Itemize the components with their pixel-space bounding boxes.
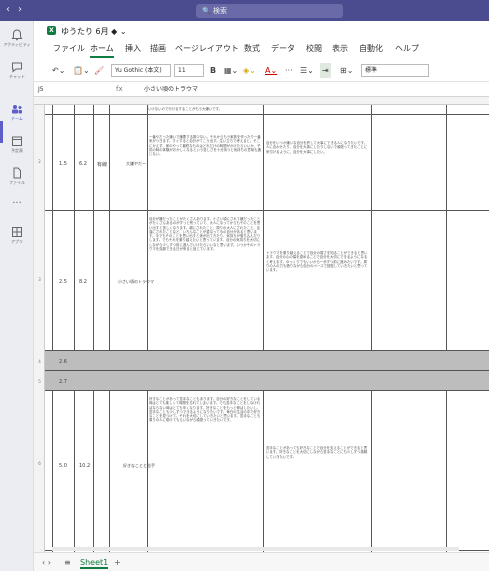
table-row[interactable]: 4 2.6 xyxy=(38,351,489,371)
sheet-list-icon[interactable]: ≡ xyxy=(64,558,71,567)
calendar-icon xyxy=(12,136,22,146)
spreadsheet-grid[interactable]: いけないので行けるすることがもう大嫌いです。 2 1.5 6.2 有線 大嫌やだ… xyxy=(34,97,489,552)
more-options-icon[interactable]: ··· xyxy=(285,63,293,78)
table-row[interactable]: 3 2.5 8.2 小さい頃のトラウマ 自分が嫌だったことがたくさんあります。小… xyxy=(38,211,489,351)
ribbon-toolbar: ↶⌄ 📋⌄ 🖌 Yu Gothic (本文) 11 B ▦⌄ ◈⌄ A⌄ ···… xyxy=(34,60,489,82)
table-row[interactable]: 6 5.0 10.2 好きなことと苦手 好きなことがあって苦手なこともあります。… xyxy=(38,391,489,551)
search-input[interactable]: 🔍 検索 xyxy=(196,4,343,18)
tab-help[interactable]: ヘルプ xyxy=(395,43,419,54)
add-sheet-button[interactable]: + xyxy=(114,558,121,567)
chat-icon xyxy=(12,62,22,73)
back-button[interactable]: ‹ xyxy=(6,4,10,15)
rail-chat[interactable]: チャット xyxy=(0,61,34,79)
horizontal-scrollbar[interactable] xyxy=(52,547,459,551)
format-painter-icon[interactable]: 🖌 xyxy=(94,63,104,78)
align-icon[interactable]: ☰⌄ xyxy=(300,63,314,78)
column-headers xyxy=(34,97,489,105)
wrap-text-icon[interactable]: ⇥ xyxy=(320,63,331,78)
borders-icon[interactable]: ▦⌄ xyxy=(224,63,238,78)
font-size-select[interactable]: 11 xyxy=(174,64,204,77)
name-box[interactable]: J5 xyxy=(36,84,106,95)
formula-input[interactable]: 小さい頃のトラウマ xyxy=(144,84,198,95)
tab-data[interactable]: データ xyxy=(271,43,295,54)
tab-draw[interactable]: 描画 xyxy=(150,43,166,54)
rail-more[interactable]: ··· xyxy=(0,198,34,209)
number-format-select[interactable]: 標準 xyxy=(361,64,429,77)
ribbon-tabs: ファイル ホーム 挿入 描画 ページレイアウト 数式 データ 校閲 表示 自動化… xyxy=(34,40,489,60)
title-bar: ‹ › 🔍 検索 xyxy=(0,0,489,21)
rail-apps[interactable]: アプリ xyxy=(0,226,34,244)
teams-icon xyxy=(12,105,22,114)
formula-bar: J5 fx 小さい頃のトラウマ xyxy=(34,82,489,97)
tab-view[interactable]: 表示 xyxy=(332,43,348,54)
rail-teams[interactable]: チーム xyxy=(0,103,34,121)
merge-icon[interactable]: ⊞⌄ xyxy=(340,63,353,78)
tab-file[interactable]: ファイル xyxy=(53,43,85,54)
file-name[interactable]: ゆうたり 6月 ◆ ⌄ xyxy=(61,26,127,37)
rail-calendar[interactable]: 予定表 xyxy=(0,135,34,153)
sheet-tab-bar: ‹ › ≡ Sheet1 + xyxy=(34,552,489,571)
table-row[interactable]: 5 2.7 xyxy=(38,371,489,391)
tab-page-layout[interactable]: ページレイアウト xyxy=(175,43,239,54)
fx-icon: fx xyxy=(116,85,123,93)
tab-automate[interactable]: 自動化 xyxy=(359,43,383,54)
font-color-icon[interactable]: A⌄ xyxy=(265,63,277,78)
font-name-select[interactable]: Yu Gothic (本文) xyxy=(111,64,171,77)
apps-icon xyxy=(12,227,22,237)
undo-icon[interactable]: ↶⌄ xyxy=(52,63,65,78)
app-rail: アクティビティ チャット チーム 予定表 ファイル ··· アプリ xyxy=(0,21,34,571)
row-headers xyxy=(34,105,45,552)
paste-icon[interactable]: 📋⌄ xyxy=(73,63,90,78)
table-row[interactable]: いけないので行けるすることがもう大嫌いです。 xyxy=(45,105,489,115)
tab-home[interactable]: ホーム xyxy=(90,43,114,58)
bold-button[interactable]: B xyxy=(210,63,216,78)
forward-button[interactable]: › xyxy=(18,4,22,15)
sheet-nav-arrows[interactable]: ‹ › xyxy=(42,558,51,567)
file-icon xyxy=(13,167,21,179)
file-header: X ゆうたり 6月 ◆ ⌄ xyxy=(34,21,489,40)
more-icon: ··· xyxy=(12,198,22,209)
tab-formulas[interactable]: 数式 xyxy=(244,43,260,54)
bell-icon xyxy=(11,29,23,41)
tab-review[interactable]: 校閲 xyxy=(306,43,322,54)
rail-activity[interactable]: アクティビティ xyxy=(0,29,34,47)
table-row[interactable]: 2 1.5 6.2 有線 大嫌やだー 一番やだった嫌いで嫌悪する数少ない。それか… xyxy=(38,115,489,211)
fill-color-icon[interactable]: ◈⌄ xyxy=(243,63,256,78)
sheet-tab-sheet1[interactable]: Sheet1 xyxy=(80,558,109,569)
excel-logo-icon: X xyxy=(47,26,56,35)
tab-insert[interactable]: 挿入 xyxy=(125,43,141,54)
rail-files[interactable]: ファイル xyxy=(0,167,34,185)
